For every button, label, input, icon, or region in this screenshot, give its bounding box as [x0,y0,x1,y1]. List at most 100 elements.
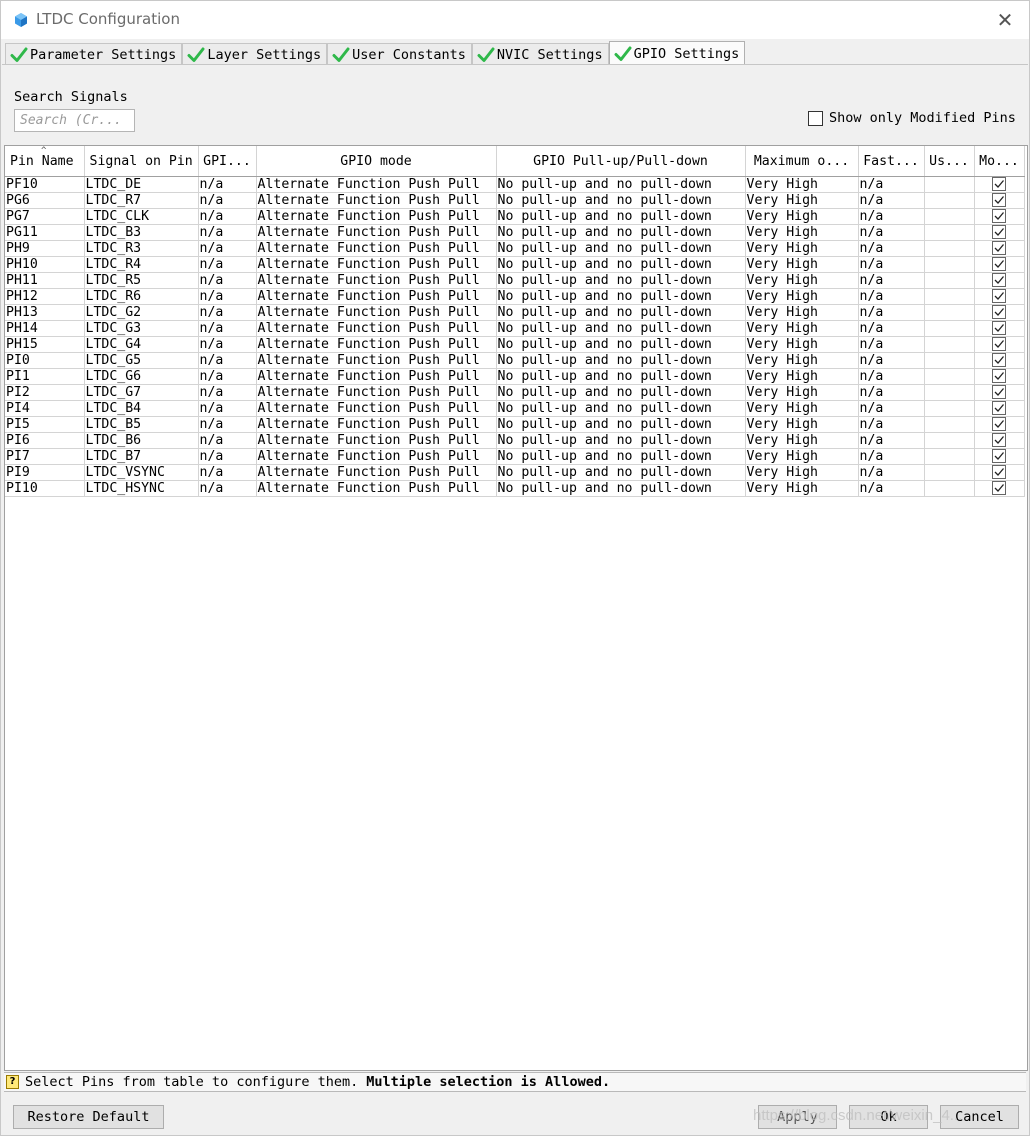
table-row[interactable]: PG11 LTDC_B3 n/a Alternate Function Push Pu… [5,224,1025,241]
apply-button[interactable]: Apply [758,1105,837,1129]
modified-checkbox[interactable] [992,209,1006,223]
cell-pin-name: PH11 [5,272,85,289]
table-row[interactable]: PH13 LTDC_G2 n/a Alternate Function Push Pu… [5,304,1025,321]
modified-checkbox[interactable] [992,257,1006,271]
column-header-signal-on-pin[interactable]: Signal on Pin [84,146,199,177]
column-header-modified[interactable]: Mo... [974,146,1025,177]
column-header-gpio-pull[interactable]: GPIO Pull-up/Pull-down [496,146,746,177]
pin-table[interactable]: ^ Pin Name Signal on Pin GPI... GPIO mode GPI… [4,145,1028,1071]
cell-fast-mode: n/a [858,336,925,353]
ok-button[interactable]: Ok [849,1105,928,1129]
modified-checkbox[interactable] [992,177,1006,191]
table-row[interactable]: PI2 LTDC_G7 n/a Alternate Function Push Pul… [5,384,1025,401]
table-row[interactable]: PH14 LTDC_G3 n/a Alternate Function Push Pu… [5,320,1025,337]
cell-gpio-output-level: n/a [198,400,257,417]
table-row[interactable]: PH11 LTDC_R5 n/a Alternate Function Push Pu… [5,272,1025,289]
cell-gpio-output-level: n/a [198,256,257,273]
column-header-fast-mode[interactable]: Fast... [858,146,925,177]
cell-gpio-pull: No pull-up and no pull-down [496,464,746,481]
cell-modified [974,272,1025,289]
cell-gpio-output-level: n/a [198,368,257,385]
modified-checkbox[interactable] [992,369,1006,383]
cell-gpio-mode: Alternate Function Push Pull [256,352,497,369]
tab-label: Parameter Settings [30,47,177,63]
table-row[interactable]: PI7 LTDC_B7 n/a Alternate Function Push Pul… [5,448,1025,465]
cell-signal-on-pin: LTDC_G6 [84,368,199,385]
cell-maximum-output-speed: Very High [745,240,859,257]
modified-checkbox[interactable] [992,241,1006,255]
table-row[interactable]: PF10 LTDC_DE n/a Alternate Function Push Pu… [5,176,1025,193]
modified-checkbox[interactable] [992,225,1006,239]
table-row[interactable]: PH15 LTDC_G4 n/a Alternate Function Push Pu… [5,336,1025,353]
cell-gpio-mode: Alternate Function Push Pull [256,400,497,417]
cancel-button[interactable]: Cancel [940,1105,1019,1129]
cell-pin-name: PI0 [5,352,85,369]
table-row[interactable]: PI10 LTDC_HSYNC n/a Alternate Function Push… [5,480,1025,497]
modified-checkbox[interactable] [992,449,1006,463]
show-modified-checkbox[interactable] [808,110,823,126]
cell-gpio-output-level: n/a [198,288,257,305]
checkmark-icon [994,276,1004,284]
tab-nvic-settings[interactable]: NVIC Settings [471,43,609,66]
table-row[interactable]: PI4 LTDC_B4 n/a Alternate Function Push Pul… [5,400,1025,417]
column-header-gpio-output-level[interactable]: GPI... [198,146,257,177]
modified-checkbox[interactable] [992,417,1006,431]
cell-gpio-output-level: n/a [198,192,257,209]
show-modified-pins-toggle[interactable]: Show only Modified Pins [808,110,1016,126]
modified-checkbox[interactable] [992,273,1006,287]
modified-checkbox[interactable] [992,401,1006,415]
modified-checkbox[interactable] [992,353,1006,367]
column-header-user-label[interactable]: Us... [924,146,975,177]
cell-modified [974,384,1025,401]
modified-checkbox[interactable] [992,433,1006,447]
column-header-gpio-mode[interactable]: GPIO mode [256,146,497,177]
column-header-pin-name[interactable]: ^ Pin Name [5,146,85,177]
table-row[interactable]: PI5 LTDC_B5 n/a Alternate Function Push Pul… [5,416,1025,433]
cell-maximum-output-speed: Very High [745,272,859,289]
modified-checkbox[interactable] [992,481,1006,495]
cell-gpio-output-level: n/a [198,464,257,481]
check-icon [10,47,28,62]
modified-checkbox[interactable] [992,289,1006,303]
cell-maximum-output-speed: Very High [745,368,859,385]
check-icon [614,46,632,61]
cell-gpio-output-level: n/a [198,480,257,497]
tab-layer-settings[interactable]: Layer Settings [182,43,328,66]
cell-signal-on-pin: LTDC_R3 [84,240,199,257]
modified-checkbox[interactable] [992,465,1006,479]
table-row[interactable]: PI6 LTDC_B6 n/a Alternate Function Push Pul… [5,432,1025,449]
cell-modified [974,416,1025,433]
tab-parameter-settings[interactable]: Parameter Settings [5,43,183,66]
modified-checkbox[interactable] [992,321,1006,335]
modified-checkbox[interactable] [992,193,1006,207]
cell-modified [974,480,1025,497]
cell-signal-on-pin: LTDC_B4 [84,400,199,417]
cell-maximum-output-speed: Very High [745,304,859,321]
modified-checkbox[interactable] [992,385,1006,399]
cell-gpio-output-level: n/a [198,240,257,257]
restore-default-button[interactable]: Restore Default [13,1105,164,1129]
column-header-maximum-output-speed[interactable]: Maximum o... [745,146,859,177]
checkmark-icon [994,292,1004,300]
modified-checkbox[interactable] [992,337,1006,351]
table-row[interactable]: PG7 LTDC_CLK n/a Alternate Function Push Pu… [5,208,1025,225]
table-row[interactable]: PG6 LTDC_R7 n/a Alternate Function Push Pul… [5,192,1025,209]
modified-checkbox[interactable] [992,305,1006,319]
cell-gpio-mode: Alternate Function Push Pull [256,416,497,433]
cell-gpio-pull: No pull-up and no pull-down [496,336,746,353]
search-input[interactable]: Search (Cr... [14,109,135,132]
table-row[interactable]: PI0 LTDC_G5 n/a Alternate Function Push Pul… [5,352,1025,369]
table-row[interactable]: PI1 LTDC_G6 n/a Alternate Function Push Pul… [5,368,1025,385]
table-row[interactable]: PH9 LTDC_R3 n/a Alternate Function Push Pul… [5,240,1025,257]
cell-gpio-mode: Alternate Function Push Pull [256,192,497,209]
table-row[interactable]: PI9 LTDC_VSYNC n/a Alternate Function Push … [5,464,1025,481]
table-row[interactable]: PH10 LTDC_R4 n/a Alternate Function Push Pu… [5,256,1025,273]
cell-gpio-output-level: n/a [198,416,257,433]
cell-gpio-mode: Alternate Function Push Pull [256,480,497,497]
close-icon[interactable]: ✕ [991,6,1019,34]
cell-gpio-pull: No pull-up and no pull-down [496,256,746,273]
tab-user-constants[interactable]: User Constants [327,43,472,66]
cell-maximum-output-speed: Very High [745,352,859,369]
tab-gpio-settings[interactable]: GPIO Settings [608,41,746,66]
table-row[interactable]: PH12 LTDC_R6 n/a Alternate Function Push Pu… [5,288,1025,305]
